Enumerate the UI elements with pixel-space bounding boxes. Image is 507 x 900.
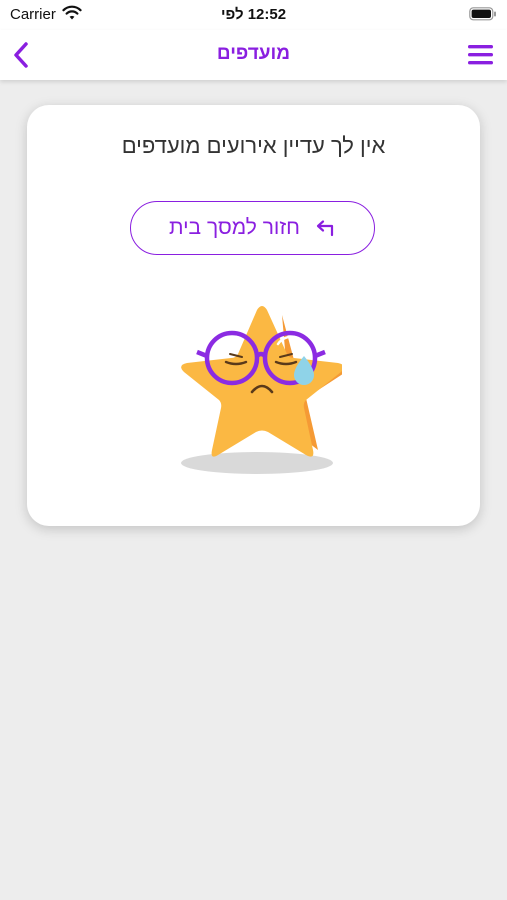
sad-star-illustration [181,306,342,474]
home-button-label: חזור למסך בית [169,216,300,239]
clock: 12:52 לפי [220,6,287,23]
empty-favorites-card: אין לך עדיין אירועים מועדפים חזור למסך ב… [27,105,480,526]
star-body [181,306,342,457]
page-title: מועדפים [216,43,291,64]
status-bar: Carrier 12:52 לפי [0,0,507,30]
battery-icon [469,7,497,25]
empty-message: אין לך עדיין אירועים מועדפים [121,133,386,158]
menu-button[interactable] [465,40,497,70]
hamburger-menu-icon [468,45,493,65]
home-button[interactable]: חזור למסך בית [130,201,375,255]
navigation-bar: מועדפים [0,30,507,80]
return-arrow-icon [316,220,334,237]
